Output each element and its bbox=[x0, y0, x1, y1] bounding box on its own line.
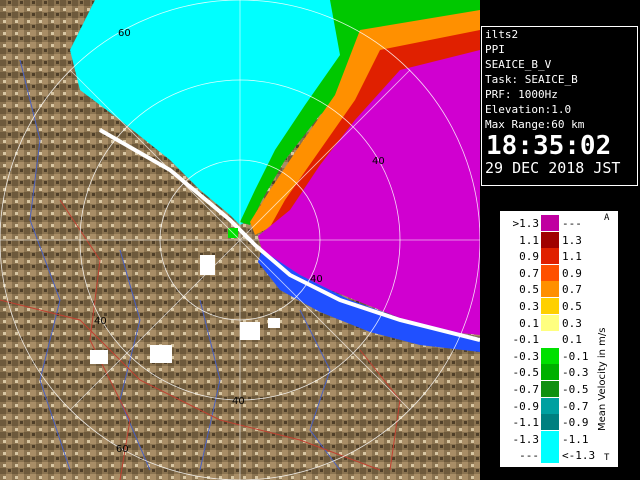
legend-unit: Mean Velocity in m/s bbox=[597, 327, 608, 431]
range-label: 40 bbox=[232, 396, 245, 407]
legend-swatch bbox=[541, 347, 559, 364]
legend-high-value: 0.7 bbox=[562, 283, 582, 297]
legend-low-value: -0.3 bbox=[512, 349, 540, 363]
legend-swatch bbox=[541, 215, 559, 231]
scan-time: 18:35:02 bbox=[486, 131, 612, 161]
azimuth-lines bbox=[0, 0, 480, 480]
legend-bottom-mark: T bbox=[604, 453, 610, 463]
range-label: 60 bbox=[118, 28, 131, 39]
legend-low-value: 0.5 bbox=[519, 283, 539, 297]
legend-swatch bbox=[541, 430, 559, 447]
legend-high-value: -0.9 bbox=[562, 416, 589, 430]
radar-ppi-display: 60 40 40 40 40 60 bbox=[0, 0, 480, 480]
legend-low-value: -1.3 bbox=[512, 432, 540, 446]
legend-low-value: 0.9 bbox=[519, 250, 539, 264]
legend-high-value: -1.1 bbox=[562, 432, 589, 446]
legend-high-value: 1.1 bbox=[562, 250, 582, 264]
legend-high-value: --- bbox=[562, 217, 582, 230]
range-label: 40 bbox=[310, 274, 323, 285]
legend-low-value: -1.1 bbox=[512, 416, 540, 430]
range-label: 60 bbox=[116, 444, 129, 455]
scan-mode: PPI bbox=[485, 43, 505, 56]
legend-high-value: 0.5 bbox=[562, 300, 582, 313]
clutter-patch bbox=[150, 345, 172, 363]
legend-swatch bbox=[541, 314, 559, 331]
prf: PRF: 1000Hz bbox=[485, 88, 558, 101]
legend-swatch bbox=[541, 381, 559, 397]
legend-row: >1.3 --- bbox=[500, 215, 618, 231]
legend-swatch bbox=[541, 397, 559, 414]
task-name: Task: SEAICE_B bbox=[485, 73, 578, 86]
legend-swatch bbox=[541, 447, 559, 464]
legend-high-value: -0.1 bbox=[562, 349, 589, 363]
range-label: 40 bbox=[94, 316, 107, 327]
clutter-patch bbox=[90, 350, 108, 364]
legend-low-value: --- bbox=[519, 449, 539, 463]
legend-low-value: >1.3 bbox=[512, 217, 540, 230]
legend-top-mark: A bbox=[604, 213, 610, 223]
max-range: Max Range:60 km bbox=[485, 118, 585, 131]
legend-swatch bbox=[541, 231, 559, 248]
legend-high-value: <-1.3 bbox=[562, 449, 596, 463]
legend-swatch bbox=[541, 364, 559, 381]
legend-low-value: -0.5 bbox=[512, 366, 540, 380]
clutter-patch bbox=[268, 318, 280, 328]
legend-swatch bbox=[541, 414, 559, 431]
legend-high-value: 0.1 bbox=[562, 333, 582, 347]
elevation: Elevation:1.0 bbox=[485, 103, 572, 116]
legend-low-value: -0.1 bbox=[512, 333, 540, 347]
legend-low-value: 0.1 bbox=[519, 316, 539, 330]
legend-high-value: 0.9 bbox=[562, 266, 582, 280]
legend-high-value: -0.7 bbox=[562, 399, 589, 413]
legend-high-value: 0.3 bbox=[562, 316, 582, 330]
legend-high-value: 1.3 bbox=[562, 233, 582, 247]
clutter-patch bbox=[240, 322, 260, 340]
legend-swatch bbox=[541, 248, 559, 265]
legend-swatch bbox=[541, 281, 559, 298]
product-name: SEAICE_B_V bbox=[485, 58, 552, 71]
range-label: 40 bbox=[372, 156, 385, 167]
velocity-legend: >1.3 --- 1.1 1.3 0.9 1.1 0.7 0.9 0.5 0.7 0.3 0.5 0.1… bbox=[499, 210, 619, 468]
site-name: ilts2 bbox=[485, 28, 519, 41]
legend-swatch bbox=[541, 264, 559, 281]
scan-date: 29 DEC 2018 JST bbox=[485, 159, 621, 177]
legend-high-value: -0.5 bbox=[562, 383, 589, 396]
legend-high-value: -0.3 bbox=[562, 366, 589, 380]
legend-low-value: -0.7 bbox=[512, 383, 540, 396]
legend-low-value: -0.9 bbox=[512, 399, 540, 413]
legend-low-value: 0.7 bbox=[519, 266, 539, 280]
legend-swatch bbox=[541, 331, 559, 348]
radar-info-panel: ilts2 PPI SEAICE_B_V Task: SEAICE_B PRF:… bbox=[481, 26, 638, 186]
legend-low-value: 1.1 bbox=[519, 233, 539, 247]
legend-low-value: 0.3 bbox=[519, 300, 539, 313]
legend-swatch bbox=[541, 298, 559, 314]
